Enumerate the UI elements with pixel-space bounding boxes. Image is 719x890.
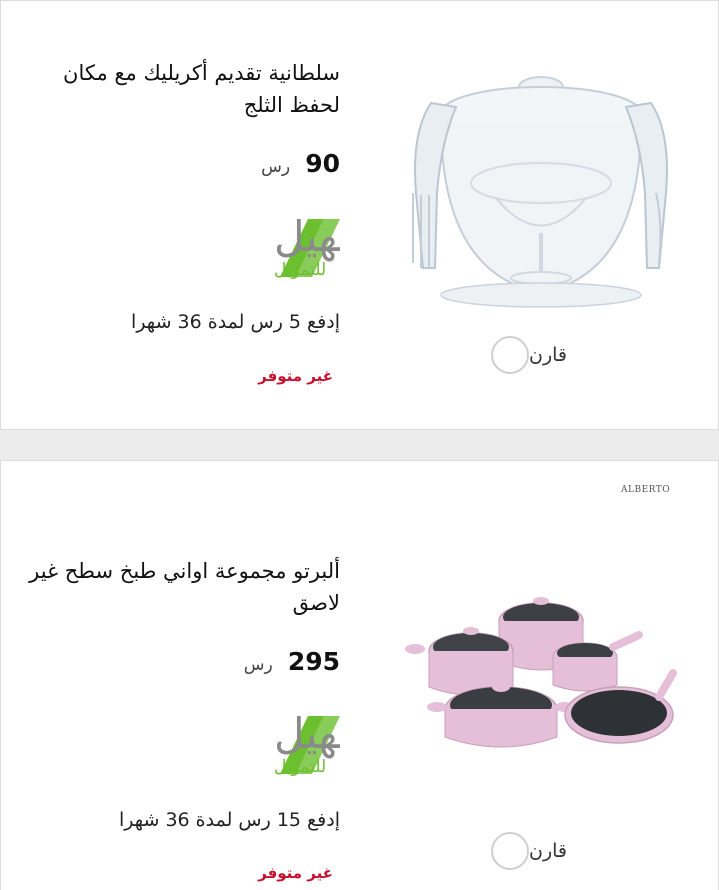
tasheel-logo-subtext: للتمويل (274, 260, 326, 280)
product-title[interactable]: ألبرتو مجموعة اواني طبخ سطح غير لاصق (10, 555, 340, 619)
price: 295 رس (244, 647, 340, 676)
compare-toggle[interactable]: قارن (491, 334, 587, 376)
price-currency: رس (243, 655, 273, 675)
tasheel-financing-logo: تسهيل للتمويل (274, 212, 340, 280)
stock-status: غير متوفر (258, 864, 333, 882)
stock-status: غير متوفر (258, 367, 333, 385)
tasheel-logo-subtext: للتمويل (274, 757, 326, 777)
tasheel-financing-logo: تسهيل للتمويل (274, 709, 340, 777)
brand-logo: ALBERTO (621, 485, 671, 495)
compare-label[interactable]: قارن (529, 840, 567, 862)
compare-checkbox[interactable] (491, 832, 529, 870)
acrylic-serving-bowl-image[interactable] (401, 73, 691, 313)
product-card[interactable]: سلطانية تقديم أكريليك مع مكان لحفظ الثلج… (0, 0, 719, 430)
product-title[interactable]: سلطانية تقديم أكريليك مع مكان لحفظ الثلج (10, 57, 340, 121)
compare-checkbox[interactable] (491, 336, 529, 374)
price-value: 90 (305, 149, 340, 178)
price: 90 رس (261, 149, 340, 178)
product-card[interactable]: ALBERTO ألبرتو مجموعة اواني طبخ سطح غير … (0, 460, 719, 890)
pink-cookware-set-image[interactable] (401, 591, 691, 761)
price-currency: رس (261, 157, 291, 177)
installment-text: إدفع 15 رس لمدة 36 شهرا (118, 809, 340, 831)
price-value: 295 (287, 647, 340, 676)
compare-label[interactable]: قارن (529, 344, 567, 366)
product-list: سلطانية تقديم أكريليك مع مكان لحفظ الثلج… (0, 0, 719, 890)
installment-text: إدفع 5 رس لمدة 36 شهرا (131, 311, 340, 333)
compare-toggle[interactable]: قارن (491, 830, 587, 872)
tasheel-logo-text: تسهيل (274, 709, 340, 759)
tasheel-logo-text: تسهيل (274, 212, 340, 262)
